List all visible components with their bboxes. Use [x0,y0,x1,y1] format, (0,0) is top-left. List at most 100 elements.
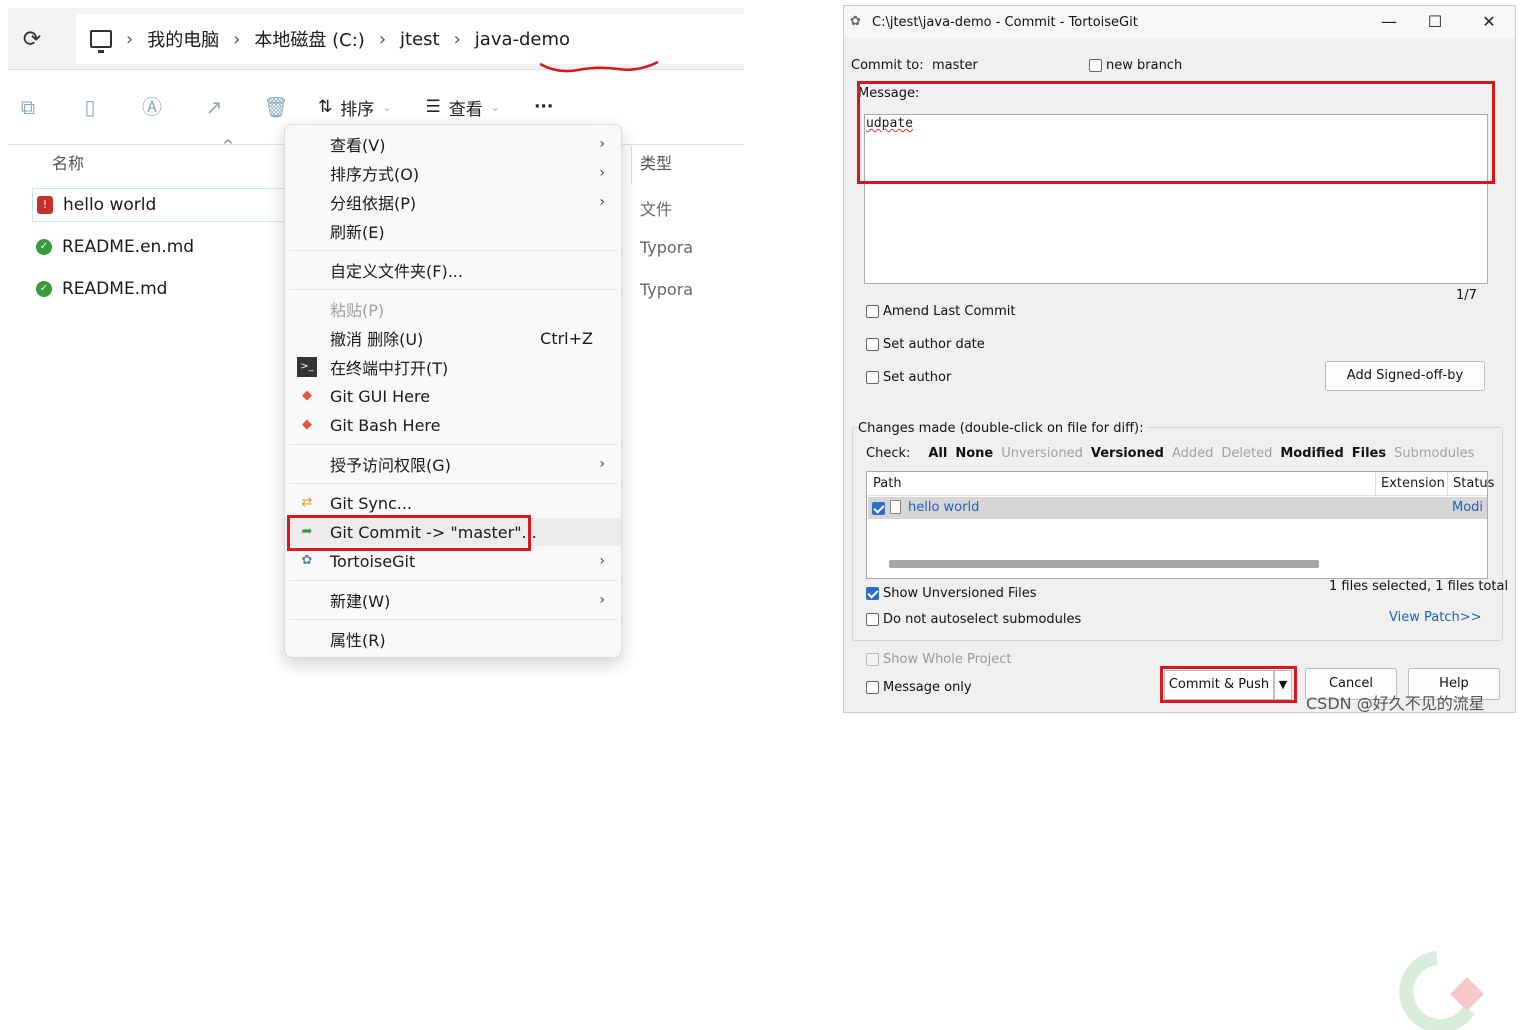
menu-separator [289,444,617,445]
row-checkbox-icon[interactable] [872,502,885,515]
checkbox-label: Message only [883,680,972,695]
file-row[interactable]: ! hello world [32,188,292,222]
breadcrumb-item[interactable]: 我的电脑 [147,26,219,52]
column-header-extension[interactable]: Extension [1381,476,1445,491]
new-branch-checkbox[interactable]: new branch [1089,58,1182,73]
menu-item-tortoisegit[interactable]: ✿ TortoiseGit › [285,547,621,575]
column-divider [1447,472,1448,496]
rename-icon[interactable]: Ⓐ [132,87,172,127]
file-icon [890,500,901,514]
view-button[interactable]: ☰ 查看 ⌄ [425,95,499,120]
checkbox-icon [866,653,879,666]
message-only-checkbox[interactable]: Message only [866,680,972,695]
menu-item-git-gui[interactable]: ◆ Git GUI Here [285,382,621,410]
copy-icon[interactable]: ⧉ [8,87,48,127]
menu-item-git-bash[interactable]: ◆ Git Bash Here [285,411,621,439]
menu-item-customize-folder[interactable]: 自定义文件夹(F)... [285,256,621,284]
check-modified-link[interactable]: Modified [1280,446,1343,461]
view-patch-link[interactable]: View Patch>> [1389,610,1481,625]
share-icon[interactable]: ↗ [194,87,234,127]
breadcrumb-item[interactable]: java-demo [475,29,570,50]
column-header-path[interactable]: Path [873,476,902,491]
menu-item-paste: 粘贴(P) [285,295,621,323]
sort-label: 排序 [340,99,375,120]
column-header-status[interactable]: Status [1453,476,1494,491]
terminal-icon: >_ [297,357,317,377]
menu-shortcut: Ctrl+Z [540,328,593,348]
check-all-link[interactable]: All [928,446,947,461]
chevron-right-icon: › [126,28,134,50]
menu-item-label: Git GUI Here [330,386,431,406]
menu-item-label: 查看(V) [330,136,386,155]
column-header-type[interactable]: 类型 [640,150,672,174]
file-row[interactable]: ✓ README.md [32,272,292,306]
git-icon: ◆ [302,417,312,432]
menu-item-git-sync[interactable]: ⇄ Git Sync... [285,489,621,517]
commit-to-label: Commit to: [851,58,924,73]
horizontal-scrollbar[interactable] [889,560,1319,568]
menu-item-sort[interactable]: 排序方式(O) › [285,159,621,187]
paste-icon[interactable]: ▯ [70,87,110,127]
file-type: Typora [640,280,694,299]
checkbox-icon [866,613,879,626]
maximize-icon[interactable]: ☐ [1420,10,1450,34]
check-versioned-link[interactable]: Versioned [1091,446,1164,461]
menu-item-label: 刷新(E) [330,223,385,242]
menu-separator [289,250,617,251]
file-modified-icon: ! [37,196,53,214]
menu-item-label: 撤消 删除(U) [330,330,424,349]
menu-item-open-terminal[interactable]: >_ 在终端中打开(T) [285,353,621,381]
menu-item-label: 新建(W) [330,592,391,611]
breadcrumb-item[interactable]: 本地磁盘 (C:) [254,26,364,52]
amend-checkbox[interactable]: Amend Last Commit [866,304,1015,319]
check-filter-bar: Check: All None Unversioned Versioned Ad… [866,446,1474,461]
menu-separator [289,619,617,620]
changes-list[interactable]: Path Extension Status hello world Modi [866,471,1494,1030]
git-icon: ◆ [302,388,312,403]
selection-summary: 1 files selected, 1 files total [1329,579,1509,594]
menu-item-properties[interactable]: 属性(R) [285,625,621,653]
add-signed-off-button[interactable]: Add Signed-off-by [1325,361,1485,391]
table-row[interactable]: hello world Modi [868,497,1487,519]
set-author-date-checkbox[interactable]: Set author date [866,337,985,352]
annotation-underline [539,60,659,73]
menu-item-view[interactable]: 查看(V) › [285,130,621,158]
breadcrumb-item[interactable]: jtest [400,29,440,50]
menu-item-refresh[interactable]: 刷新(E) [285,217,621,245]
breadcrumb[interactable]: › 我的电脑 › 本地磁盘 (C:) › jtest › java-demo [76,14,752,64]
window-title: C:\jtest\java-demo - Commit - TortoiseGi… [872,14,1138,30]
refresh-icon[interactable]: ⟳ [18,26,46,54]
check-none-link[interactable]: None [955,446,993,461]
menu-item-label: 排序方式(O) [330,165,420,184]
column-divider [1375,472,1376,496]
menu-item-label: 分组依据(P) [330,194,417,213]
file-clean-icon: ✓ [36,239,52,255]
menu-separator [289,483,617,484]
chevron-right-icon: › [233,28,241,50]
show-unversioned-checkbox[interactable]: Show Unversioned Files [866,586,1037,601]
file-row[interactable]: ✓ README.en.md [32,230,292,264]
menu-item-new[interactable]: 新建(W) › [285,586,621,614]
column-header-name[interactable]: 名称 [52,150,84,174]
menu-item-grant-access[interactable]: 授予访问权限(G) › [285,450,621,478]
no-autoselect-checkbox[interactable]: Do not autoselect submodules [866,612,1081,627]
minimize-icon[interactable]: — [1374,10,1404,34]
checkbox-label: Set author date [883,337,985,352]
computer-icon[interactable] [90,30,112,53]
menu-item-group[interactable]: 分组依据(P) › [285,188,621,216]
delete-icon[interactable]: 🗑 [256,87,296,127]
context-menu: 查看(V) › 排序方式(O) › 分组依据(P) › 刷新(E) 自定义文件夹(F)… [284,124,622,658]
sort-button[interactable]: ⇅ 排序 ⌄ [318,95,391,120]
view-icon: ☰ [425,97,441,117]
check-files-link[interactable]: Files [1352,446,1386,461]
line-counter: 1/7 [1456,288,1477,303]
check-added-link: Added [1171,446,1214,461]
more-button[interactable]: ··· [534,97,553,117]
checkbox-label: Show Whole Project [883,652,1012,667]
tortoisegit-watermark-icon [1399,951,1484,1030]
close-icon[interactable]: ✕ [1474,10,1504,34]
menu-item-undo-delete[interactable]: 撤消 删除(U) Ctrl+Z [285,324,621,352]
set-author-checkbox[interactable]: Set author [866,370,951,385]
changes-label: Changes made (double-click on file for d… [858,421,1147,436]
menu-item-label: 自定义文件夹(F)... [330,262,463,281]
